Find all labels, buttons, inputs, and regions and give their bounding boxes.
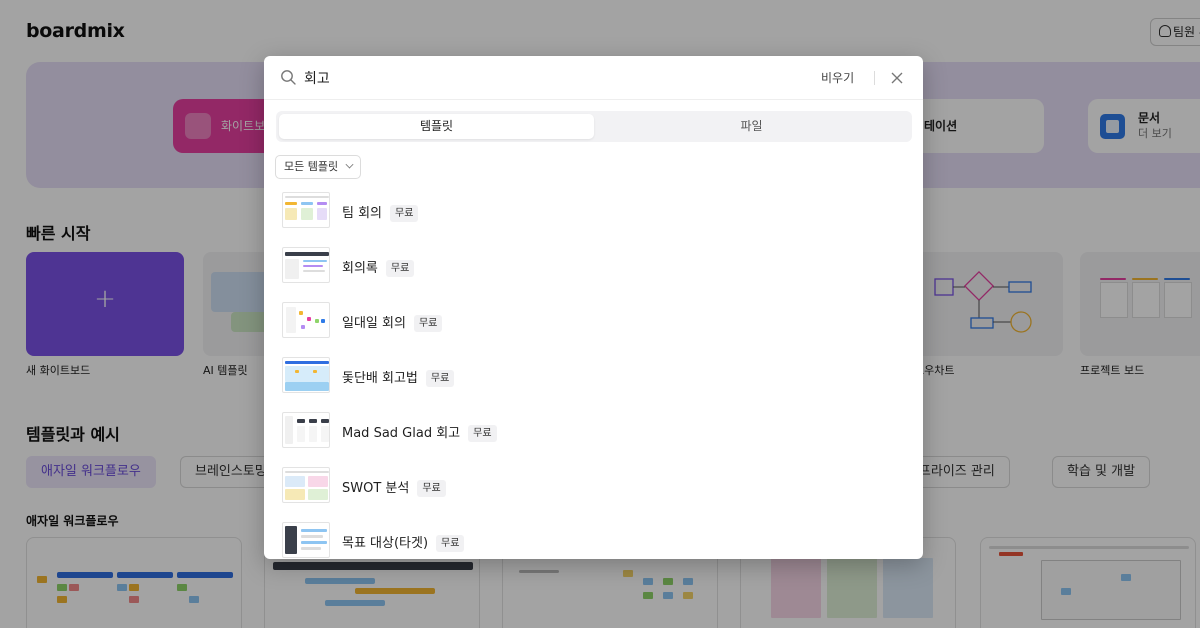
thumb-part	[301, 208, 313, 220]
thumb-part	[285, 382, 329, 391]
chevron-down-icon	[345, 160, 354, 169]
thumb-part	[321, 426, 329, 442]
result-thumbnail	[282, 357, 330, 393]
thumb-part	[301, 325, 305, 329]
free-badge: 무료	[468, 425, 497, 442]
thumb-part	[313, 370, 317, 373]
thumb-part	[307, 317, 311, 321]
result-thumbnail	[282, 412, 330, 448]
result-thumbnail	[282, 522, 330, 558]
search-bar: 비우기	[264, 56, 923, 100]
thumb-part	[303, 260, 327, 262]
result-name: 팀 회의 무료	[342, 202, 419, 222]
divider	[874, 71, 875, 85]
result-item[interactable]: SWOT 분석 무료	[264, 459, 923, 513]
free-badge: 무료	[425, 370, 455, 387]
result-item[interactable]: 목표 대상(타겟) 무료	[264, 514, 923, 559]
result-thumbnail	[282, 302, 330, 338]
result-name: 일대일 회의 무료	[342, 312, 443, 332]
result-item[interactable]: 회의록 무료	[264, 239, 923, 293]
result-title: 회의록	[342, 261, 378, 276]
result-item[interactable]: 일대일 회의 무료	[264, 294, 923, 348]
thumb-part	[285, 526, 297, 554]
search-modal: 비우기 템플릿 파일 모든 템플릿 팀 회의무료	[264, 56, 923, 559]
thumb-part	[303, 265, 323, 267]
thumb-part	[301, 529, 327, 532]
result-item[interactable]: Mad Sad Glad 회고 무료	[264, 404, 923, 458]
thumb-part	[317, 202, 327, 205]
result-type-tabs: 템플릿 파일	[276, 111, 912, 142]
thumb-part	[315, 319, 319, 323]
thumb-part	[301, 202, 313, 205]
search-icon	[281, 70, 296, 85]
thumb-part	[317, 208, 327, 220]
thumb-part	[297, 426, 305, 442]
thumb-part	[285, 361, 329, 364]
thumb-part	[285, 489, 305, 500]
result-name: Mad Sad Glad 회고 무료	[342, 422, 497, 442]
thumb-part	[285, 259, 299, 279]
thumb-part	[321, 319, 325, 323]
thumb-part	[286, 307, 296, 333]
result-title: 돛단배 회고법	[342, 371, 418, 386]
thumb-part	[285, 366, 329, 382]
filter-label: 모든 템플릿	[284, 160, 339, 173]
free-badge: 무료	[390, 205, 419, 222]
thumb-part	[285, 202, 297, 205]
thumb-part	[301, 547, 321, 550]
thumb-part	[285, 208, 297, 220]
result-title: 팀 회의	[342, 206, 383, 221]
result-title: SWOT 분석	[342, 481, 410, 496]
thumb-part	[295, 370, 299, 373]
template-filter-dropdown[interactable]: 모든 템플릿	[275, 155, 362, 179]
free-badge: 무료	[436, 535, 465, 552]
free-badge: 무료	[385, 260, 415, 277]
thumb-part	[303, 270, 325, 272]
result-title: 목표 대상(타겟)	[342, 536, 429, 551]
tab-templates[interactable]: 템플릿	[279, 114, 594, 139]
thumb-part	[309, 426, 317, 442]
result-thumbnail	[282, 192, 330, 228]
thumb-part	[301, 541, 327, 544]
result-name: 회의록 무료	[342, 257, 415, 277]
thumb-part	[309, 419, 317, 423]
thumb-part	[285, 252, 329, 256]
free-badge: 무료	[417, 480, 446, 497]
result-title: 일대일 회의	[342, 316, 406, 331]
thumb-part	[308, 476, 328, 487]
thumb-part	[308, 489, 328, 500]
thumb-part	[299, 311, 303, 315]
thumb-part	[285, 471, 329, 473]
free-badge: 무료	[413, 315, 443, 332]
thumb-part	[297, 419, 305, 423]
thumb-part	[285, 476, 305, 487]
close-icon[interactable]	[889, 70, 905, 86]
result-name: SWOT 분석 무료	[342, 477, 446, 497]
thumb-part	[285, 196, 329, 198]
result-name: 목표 대상(타겟) 무료	[342, 532, 465, 552]
result-name: 돛단배 회고법 무료	[342, 367, 455, 387]
thumb-part	[301, 535, 323, 538]
tab-files[interactable]: 파일	[594, 114, 909, 139]
thumb-part	[285, 416, 293, 444]
thumb-part	[321, 419, 329, 423]
result-title: Mad Sad Glad 회고	[342, 426, 461, 441]
result-thumbnail	[282, 247, 330, 283]
search-input[interactable]	[304, 67, 824, 89]
clear-search-button[interactable]: 비우기	[821, 69, 854, 86]
result-thumbnail	[282, 467, 330, 503]
result-item[interactable]: 팀 회의 무료	[264, 184, 923, 238]
result-item[interactable]: 돛단배 회고법 무료	[264, 349, 923, 403]
